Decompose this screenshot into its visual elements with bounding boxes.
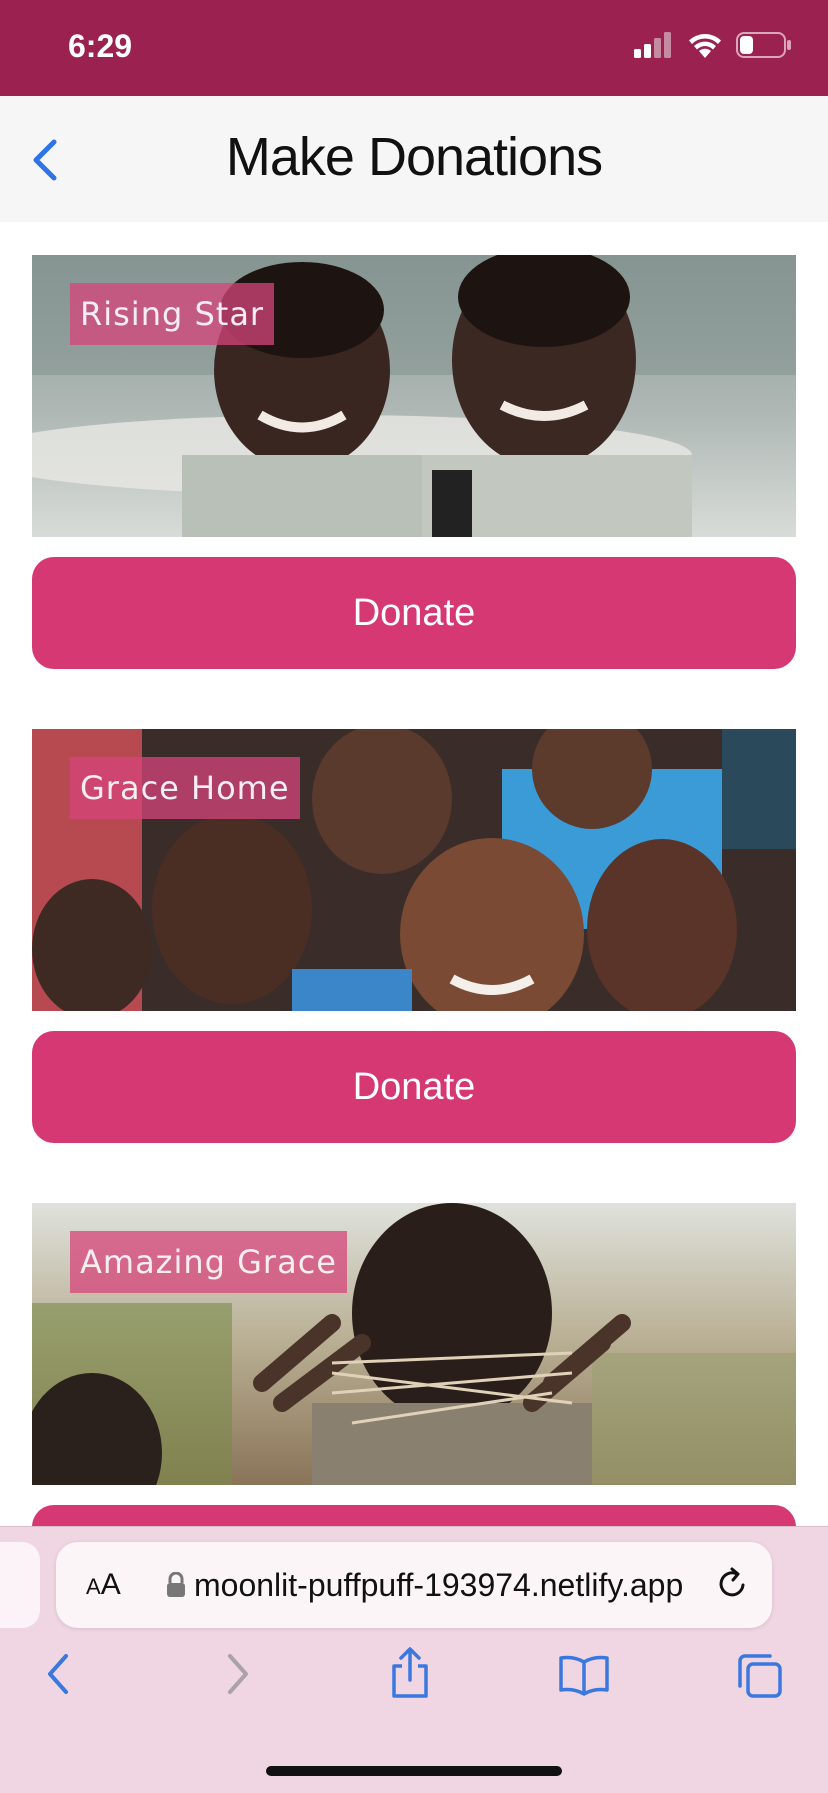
previous-tab-preview[interactable] [0,1542,40,1628]
status-icons [634,32,792,58]
card-label: Rising Star [70,283,275,345]
status-bar: 6:29 [0,0,828,96]
signal-icon [634,32,671,58]
grace-home-image: Grace Home [32,729,796,1011]
card-label: Grace Home [70,757,300,819]
status-time: 6:29 [68,28,133,64]
page-title: Make Donations [225,127,603,187]
share-icon[interactable] [388,1646,432,1700]
forward-icon[interactable] [222,1650,254,1698]
wifi-icon [689,34,721,58]
bookmarks-icon[interactable] [558,1654,610,1696]
url-text: moonlit-puffpuff-193974.netlify.app [194,1567,684,1603]
address-bar[interactable]: AA moonlit-puffpuff-193974.netlify.app [56,1542,772,1628]
back-icon[interactable] [42,1650,74,1698]
reader-settings-button[interactable]: AA [86,1568,121,1602]
amazing-grace-image: Amazing Grace [32,1203,796,1485]
lock-icon [167,1572,185,1597]
nav-header: Make Donations [0,96,828,222]
donate-button[interactable]: Donate [32,1031,796,1143]
home-indicator[interactable] [266,1766,562,1776]
tabs-icon[interactable] [736,1652,784,1700]
reload-icon[interactable] [714,1566,750,1602]
card-label: Amazing Grace [70,1231,347,1293]
donate-button[interactable]: Donate [32,557,796,669]
battery-icon [736,32,791,58]
rising-star-image: Rising Star [32,255,796,537]
